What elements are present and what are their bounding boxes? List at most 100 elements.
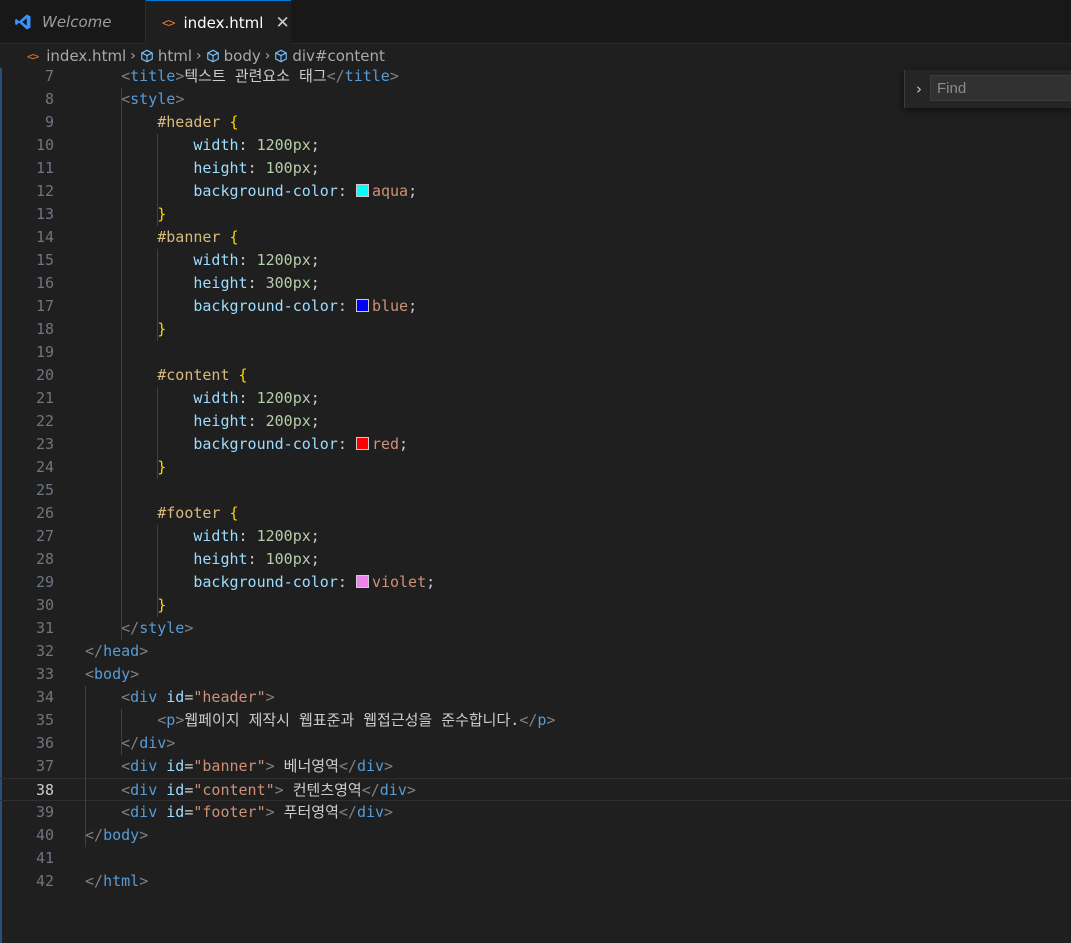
line-number: 18	[35, 320, 54, 338]
editor-tab-bar: Welcome <> index.html ✕	[0, 0, 1071, 44]
breadcrumb-item-file[interactable]: <> index.html	[27, 47, 126, 65]
code-text: <div id="content"> 컨텐츠영역</div>	[121, 781, 416, 799]
code-line[interactable]: 18 }	[0, 318, 1071, 341]
line-number: 12	[35, 182, 54, 200]
symbol-element-icon	[206, 49, 219, 63]
code-line[interactable]: 40 </body>	[0, 824, 1071, 847]
line-number: 36	[35, 734, 54, 752]
code-line[interactable]: 25	[0, 479, 1071, 502]
code-line[interactable]: 27 width: 1200px;	[0, 525, 1071, 548]
line-number: 21	[35, 389, 54, 407]
code-line[interactable]: 30 }	[0, 594, 1071, 617]
color-swatch[interactable]	[355, 575, 369, 588]
code-text: }	[157, 320, 167, 338]
line-number: 13	[35, 205, 54, 223]
chevron-right-icon: ›	[196, 48, 202, 64]
line-number: 16	[35, 274, 54, 292]
line-number: 33	[35, 665, 54, 683]
code-line[interactable]: 42 </html>	[0, 870, 1071, 893]
code-line[interactable]: 26 #footer {	[0, 502, 1071, 525]
code-line[interactable]: 9 #header {	[0, 111, 1071, 134]
code-editor[interactable]: 7 <title>텍스트 관련요소 태그</title> 8 <style> 9 #…	[0, 68, 1071, 943]
code-line[interactable]: 24 }	[0, 456, 1071, 479]
code-line[interactable]: 31 </style>	[0, 617, 1071, 640]
indent-guide	[121, 88, 122, 640]
indent-guide	[157, 387, 158, 479]
vscode-icon	[15, 14, 31, 29]
close-icon[interactable]: ✕	[275, 13, 289, 33]
code-line[interactable]: 19	[0, 341, 1071, 364]
code-text: background-color: violet;	[193, 573, 436, 591]
code-line[interactable]: 37 <div id="banner"> 베너영역</div>	[0, 755, 1071, 778]
breadcrumb-label: body	[223, 47, 261, 65]
line-number: 32	[35, 642, 54, 660]
breadcrumb-item-html[interactable]: html	[140, 47, 192, 65]
tab-welcome[interactable]: Welcome	[0, 0, 146, 43]
code-text: <body>	[85, 665, 140, 683]
indent-guide	[85, 686, 86, 847]
color-swatch[interactable]	[355, 184, 369, 197]
chevron-right-icon: ›	[264, 48, 271, 64]
color-swatch[interactable]	[355, 437, 369, 450]
code-line[interactable]: 11 height: 100px;	[0, 157, 1071, 180]
breadcrumb-label: div#content	[292, 47, 385, 65]
breadcrumb-item-div-content[interactable]: div#content	[274, 47, 385, 65]
code-line[interactable]: 29 background-color: violet;	[0, 571, 1071, 594]
line-number: 31	[35, 619, 54, 637]
code-text: </body>	[85, 826, 149, 844]
code-line[interactable]: 21 width: 1200px;	[0, 387, 1071, 410]
line-number: 28	[35, 550, 54, 568]
code-line[interactable]: 32 </head>	[0, 640, 1071, 663]
code-line[interactable]: 28 height: 100px;	[0, 548, 1071, 571]
find-widget: ›	[904, 70, 1071, 108]
line-number: 19	[35, 343, 54, 361]
symbol-element-icon	[141, 49, 153, 63]
code-text: <p>웹페이지 제작시 웹표준과 웹접근성을 준수합니다.</p>	[157, 711, 556, 729]
code-text: </head>	[85, 642, 149, 660]
line-number: 42	[35, 872, 54, 890]
code-line[interactable]: 16 height: 300px;	[0, 272, 1071, 295]
code-text: background-color: aqua;	[193, 182, 418, 200]
line-number: 9	[44, 113, 54, 131]
code-line[interactable]: 38 <div id="content"> 컨텐츠영역</div>	[0, 778, 1071, 801]
code-line[interactable]: 34 <div id="header">	[0, 686, 1071, 709]
code-line[interactable]: 33 <body>	[0, 663, 1071, 686]
code-text: background-color: blue;	[193, 297, 418, 315]
code-line[interactable]: 12 background-color: aqua;	[0, 180, 1071, 203]
html-file-icon: <>	[27, 49, 39, 63]
code-line[interactable]: 17 background-color: blue;	[0, 295, 1071, 318]
line-number: 22	[35, 412, 54, 430]
find-input[interactable]	[930, 75, 1071, 101]
code-text: </html>	[85, 872, 149, 890]
chevron-right-icon: ›	[130, 48, 136, 64]
line-number: 41	[35, 849, 54, 867]
code-text: </div>	[121, 734, 176, 752]
code-line[interactable]: 39 <div id="footer"> 푸터영역</div>	[0, 801, 1071, 824]
line-number: 34	[35, 688, 54, 706]
color-swatch[interactable]	[355, 299, 369, 312]
code-text: <div id="footer"> 푸터영역</div>	[121, 803, 394, 821]
code-line[interactable]: 41	[0, 847, 1071, 870]
code-line[interactable]: 22 height: 200px;	[0, 410, 1071, 433]
code-line[interactable]: 15 width: 1200px;	[0, 249, 1071, 272]
code-line[interactable]: 23 background-color: red;	[0, 433, 1071, 456]
line-number: 24	[35, 458, 54, 476]
line-number: 37	[35, 757, 54, 775]
code-line[interactable]: 14 #banner {	[0, 226, 1071, 249]
breadcrumb-item-body[interactable]: body	[206, 47, 261, 65]
line-number: 27	[35, 527, 54, 545]
chevron-right-icon[interactable]: ›	[911, 79, 927, 99]
code-line[interactable]: 10 width: 1200px;	[0, 134, 1071, 157]
code-line[interactable]: 20 #content {	[0, 364, 1071, 387]
code-line[interactable]: 13 }	[0, 203, 1071, 226]
code-line[interactable]: 36 </div>	[0, 732, 1071, 755]
breadcrumb-label: html	[157, 47, 193, 65]
line-number: 8	[44, 90, 54, 108]
code-line[interactable]: 35 <p>웹페이지 제작시 웹표준과 웹접근성을 준수합니다.</p>	[0, 709, 1071, 732]
indent-guide	[121, 709, 122, 755]
code-text: }	[157, 596, 167, 614]
code-text: }	[157, 205, 167, 223]
code-text: #banner {	[157, 228, 239, 246]
tab-index-html[interactable]: <> index.html ✕	[146, 0, 291, 44]
line-number: 39	[35, 803, 54, 821]
